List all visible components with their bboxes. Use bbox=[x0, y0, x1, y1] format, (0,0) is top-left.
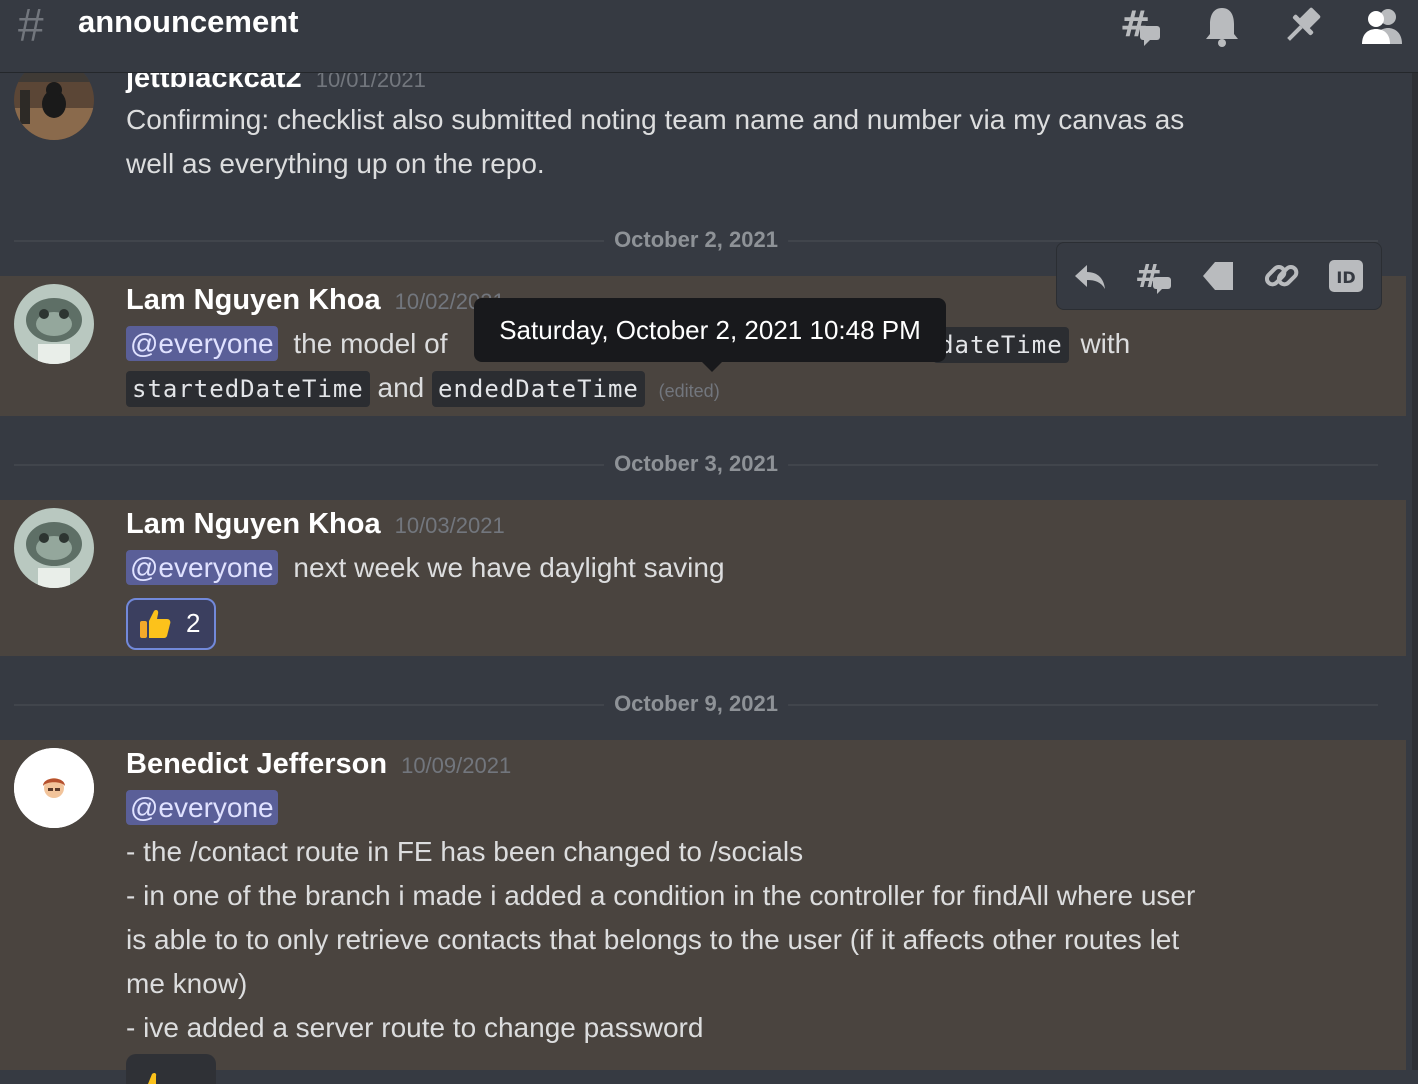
channel-name: announcement bbox=[78, 4, 299, 39]
reply-icon[interactable] bbox=[1071, 257, 1109, 295]
edited-label: (edited) bbox=[658, 381, 720, 401]
timestamp[interactable]: 10/09/2021 bbox=[401, 753, 511, 778]
message-text-segment: next week we have daylight saving bbox=[293, 552, 725, 583]
date-divider-label: October 9, 2021 bbox=[604, 691, 788, 717]
message-item: Benedict Jefferson 10/09/2021 @everyone -… bbox=[0, 740, 1406, 1084]
inline-code: startedDateTime bbox=[126, 371, 370, 407]
avatar[interactable] bbox=[14, 284, 94, 364]
reaction-button[interactable]: 2 bbox=[126, 598, 216, 650]
date-divider-label: October 2, 2021 bbox=[604, 227, 788, 253]
everyone-mention[interactable]: @everyone bbox=[126, 326, 278, 361]
message-item: jettblackcat2 10/01/2021 Confirming: chec… bbox=[0, 60, 1406, 202]
message-header: Lam Nguyen Khoa 10/03/2021 bbox=[126, 508, 505, 541]
inline-code: endedDateTime bbox=[432, 371, 645, 407]
bell-icon[interactable] bbox=[1200, 4, 1244, 48]
svg-text:ID: ID bbox=[1336, 268, 1355, 287]
message-text: Confirming: checklist also submitted not… bbox=[126, 104, 1185, 135]
everyone-mention[interactable]: @everyone bbox=[126, 790, 278, 825]
message-text-segment: with bbox=[1080, 328, 1131, 359]
inline-code: dateTime bbox=[933, 327, 1069, 363]
message-text: me know) bbox=[126, 968, 248, 999]
members-icon[interactable] bbox=[1360, 4, 1404, 48]
date-divider: October 3, 2021 bbox=[14, 451, 1378, 477]
message-text: startedDateTime and endedDateTime (edite… bbox=[126, 371, 720, 407]
thread-icon[interactable]: # bbox=[1135, 257, 1173, 295]
username[interactable]: Benedict Jefferson bbox=[126, 748, 387, 780]
channel-hash-icon: # bbox=[18, 0, 44, 51]
message-item: Lam Nguyen Khoa 10/03/2021 @everyone next… bbox=[0, 500, 1406, 656]
message-text: @everyone next week we have daylight sav… bbox=[126, 550, 725, 585]
tag-icon[interactable] bbox=[1199, 257, 1237, 295]
message-text: is able to to only retrieve contacts tha… bbox=[126, 924, 1180, 955]
message-text-segment: the model of bbox=[293, 328, 448, 359]
avatar[interactable] bbox=[14, 508, 94, 588]
scrollbar[interactable] bbox=[1412, 0, 1418, 1070]
link-icon[interactable] bbox=[1263, 257, 1301, 295]
copy-id-icon[interactable]: ID bbox=[1327, 257, 1365, 295]
message-text-segment: and bbox=[377, 372, 425, 403]
message-text: - in one of the branch i made i added a … bbox=[126, 880, 1196, 911]
timestamp-tooltip: Saturday, October 2, 2021 10:48 PM bbox=[474, 298, 946, 372]
reaction-count: 2 bbox=[186, 608, 201, 638]
message-text: @everyone bbox=[126, 790, 278, 825]
everyone-mention[interactable]: @everyone bbox=[126, 550, 278, 585]
message-header: Benedict Jefferson 10/09/2021 bbox=[126, 748, 511, 781]
date-divider-label: October 3, 2021 bbox=[604, 451, 788, 477]
threads-icon[interactable]: # bbox=[1120, 4, 1164, 48]
username[interactable]: Lam Nguyen Khoa bbox=[126, 508, 381, 540]
message-text: well as everything up on the repo. bbox=[126, 148, 545, 179]
channel-header: # announcement # bbox=[0, 0, 1418, 73]
message-actions-toolbar: # ID bbox=[1056, 242, 1382, 310]
date-divider: October 9, 2021 bbox=[14, 691, 1378, 717]
message-text: - ive added a server route to change pas… bbox=[126, 1012, 704, 1043]
thumbs-up-icon bbox=[148, 1072, 157, 1084]
reaction-button[interactable] bbox=[126, 1054, 216, 1084]
username[interactable]: Lam Nguyen Khoa bbox=[126, 284, 381, 316]
message-header: Lam Nguyen Khoa 10/02/2021 bbox=[126, 284, 505, 317]
timestamp[interactable]: 10/03/2021 bbox=[395, 513, 505, 538]
message-text: - the /contact route in FE has been chan… bbox=[126, 836, 804, 867]
avatar[interactable] bbox=[14, 748, 94, 828]
pin-icon[interactable] bbox=[1280, 4, 1324, 48]
thumbs-up-icon bbox=[140, 610, 171, 638]
